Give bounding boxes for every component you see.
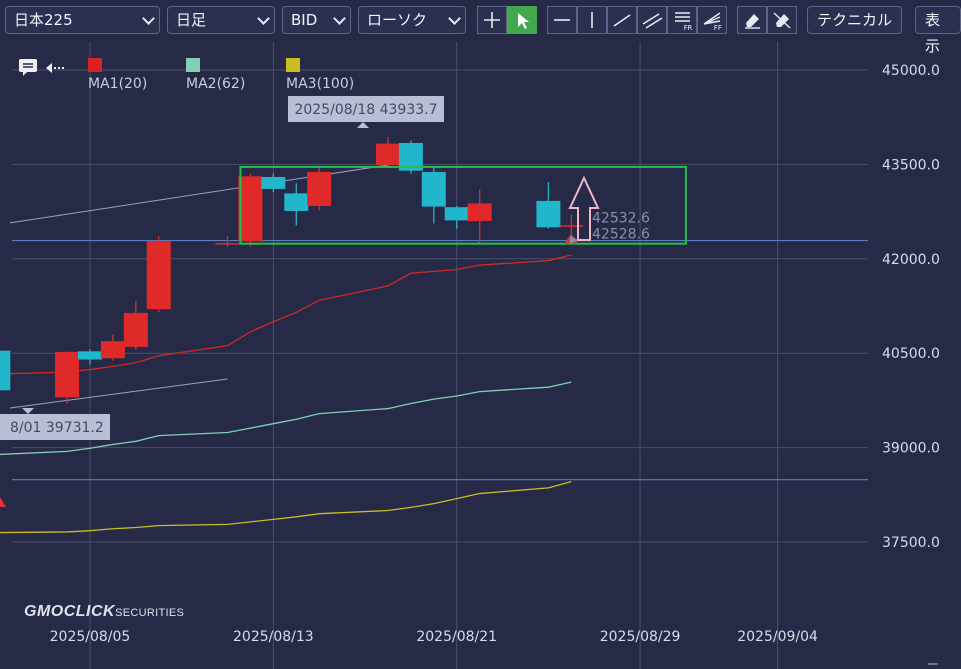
chevron-down-icon bbox=[448, 12, 461, 25]
broker-watermark: GMOCLICKSECURITIES bbox=[24, 603, 184, 621]
y-tick-label: 43500.0 bbox=[882, 157, 940, 173]
trendline-icon bbox=[613, 14, 631, 27]
chart-style-select-value: ローソク bbox=[367, 11, 428, 29]
candle-body bbox=[215, 243, 240, 245]
fibonacci-retracement-tool-button[interactable]: FR bbox=[667, 6, 697, 34]
trendline bbox=[9, 164, 389, 224]
candle-body bbox=[0, 350, 11, 391]
bid-price-label: 42528.6 bbox=[592, 227, 650, 243]
legend-swatch-ma3 bbox=[286, 58, 300, 72]
fr-tool-caption: FR bbox=[683, 24, 692, 32]
chevron-down-icon bbox=[142, 12, 155, 25]
chart-style-select[interactable]: ローソク bbox=[358, 6, 466, 34]
candle-body bbox=[421, 171, 446, 207]
candle-body bbox=[375, 143, 400, 166]
candle-body bbox=[146, 241, 171, 310]
legend-swatch-ma2 bbox=[186, 58, 200, 72]
horizontal-line-tool-button[interactable] bbox=[547, 6, 577, 34]
crosshair-tool-button[interactable] bbox=[477, 6, 507, 34]
y-tick-label: 37500.0 bbox=[882, 535, 940, 551]
comment-icon[interactable] bbox=[18, 57, 40, 81]
trendline bbox=[9, 378, 228, 409]
candle-body bbox=[444, 207, 469, 221]
chevron-down-icon bbox=[333, 12, 346, 25]
price-type-select[interactable]: BID bbox=[282, 6, 351, 34]
vertical-line-icon bbox=[591, 12, 593, 28]
crosshair-icon bbox=[484, 12, 500, 28]
price-type-select-value: BID bbox=[291, 11, 318, 29]
candle-body bbox=[100, 341, 125, 359]
cursor-arrow-icon bbox=[518, 13, 529, 29]
low-label-pointer bbox=[22, 408, 34, 414]
candle-body bbox=[123, 312, 148, 347]
y-tick-label: 45000.0 bbox=[882, 63, 940, 79]
watermark-suffix: SECURITIES bbox=[115, 607, 185, 619]
y-tick-label: 40500.0 bbox=[882, 346, 940, 362]
price-chart[interactable]: 45000.0 43500.0 42000.0 40500.0 39000.0 37500… bbox=[0, 42, 961, 669]
candle-body bbox=[238, 176, 263, 242]
horizontal-line-icon bbox=[554, 19, 570, 21]
legend-item-ma2[interactable]: MA2(62) bbox=[186, 57, 245, 93]
chart-toolbar: 日本225 日足 BID ローソク FR FF テクニカル 表示 bbox=[0, 0, 961, 55]
timeframe-select[interactable]: 日足 bbox=[167, 6, 275, 34]
trendline-tool-button[interactable] bbox=[607, 6, 637, 34]
x-tick-label: 2025/08/21 bbox=[416, 629, 497, 645]
ask-price-label: 42532.6 bbox=[592, 210, 650, 226]
watermark-brand: GMOCLICK bbox=[24, 603, 116, 620]
candle-body bbox=[261, 176, 286, 189]
ff-tool-caption: FF bbox=[713, 24, 722, 32]
symbol-select[interactable]: 日本225 bbox=[5, 6, 160, 34]
eraser-icon bbox=[745, 14, 760, 29]
erase-all-tool-button[interactable] bbox=[767, 6, 797, 34]
x-tick-label: 2025/08/13 bbox=[233, 629, 314, 645]
edge-marker bbox=[0, 497, 6, 507]
parallel-lines-tool-button[interactable] bbox=[637, 6, 667, 34]
pointer-tool-button[interactable] bbox=[507, 6, 537, 34]
candle-body bbox=[55, 351, 80, 398]
legend-label-ma2: MA2(62) bbox=[186, 76, 246, 92]
legend-label-ma1: MA1(20) bbox=[88, 76, 148, 92]
low-label-text: 8/01 39731.2 bbox=[10, 420, 104, 436]
symbol-select-value: 日本225 bbox=[14, 11, 73, 29]
candle-body bbox=[78, 351, 102, 360]
erase-all-icon bbox=[773, 12, 791, 29]
high-label-text: 2025/08/18 43933.7 bbox=[294, 102, 437, 118]
vertical-line-tool-button[interactable] bbox=[577, 6, 607, 34]
ma-line-3 bbox=[0, 480, 572, 534]
legend-swatch-ma1 bbox=[88, 58, 102, 72]
candle-body bbox=[284, 193, 309, 211]
x-tick-label: 2025/08/29 bbox=[600, 629, 681, 645]
candle-body bbox=[467, 203, 492, 222]
high-label-pointer bbox=[357, 122, 369, 128]
x-tick-label: 2025/09/04 bbox=[737, 629, 818, 645]
parallel-lines-icon bbox=[642, 13, 663, 29]
legend-label-ma3: MA3(100) bbox=[286, 76, 355, 92]
display-button[interactable]: 表示 bbox=[915, 6, 961, 55]
candle-body bbox=[536, 200, 561, 228]
x-tick-label: 2025/08/05 bbox=[50, 629, 131, 645]
eraser-tool-button[interactable] bbox=[737, 6, 767, 34]
collapse-legend-icon[interactable] bbox=[44, 58, 68, 78]
legend-item-ma3[interactable]: MA3(100) bbox=[286, 57, 354, 93]
candle-body bbox=[559, 225, 584, 227]
chevron-down-icon bbox=[257, 12, 270, 25]
fibonacci-fan-tool-button[interactable]: FF bbox=[697, 6, 727, 34]
y-tick-label: 39000.0 bbox=[882, 441, 940, 457]
technical-button[interactable]: テクニカル bbox=[807, 6, 903, 34]
timeframe-select-value: 日足 bbox=[176, 11, 207, 29]
y-tick-label: 42000.0 bbox=[882, 252, 940, 268]
candle-body bbox=[307, 171, 332, 206]
legend-item-ma1[interactable]: MA1(20) bbox=[88, 57, 147, 93]
